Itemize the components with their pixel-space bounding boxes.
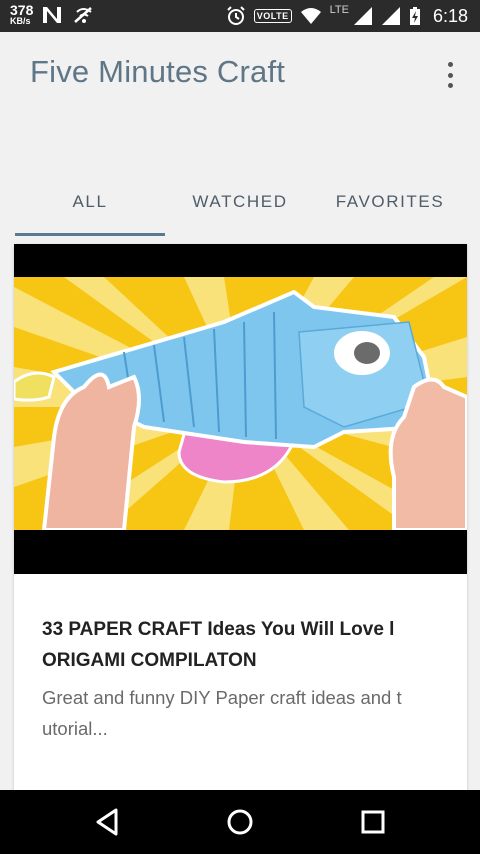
home-icon[interactable] — [224, 806, 256, 838]
n-notification-icon — [43, 6, 62, 23]
tab-favorites[interactable]: FAVORITES — [315, 180, 465, 236]
overflow-dot — [447, 72, 453, 78]
app-title: Five Minutes Craft — [30, 54, 286, 89]
clock: 6:18 — [432, 5, 468, 26]
recents-icon[interactable] — [357, 806, 389, 838]
app-bar: Five Minutes Craft — [0, 32, 480, 114]
cell-signal-icon — [381, 7, 400, 25]
tab-all[interactable]: ALL — [15, 180, 165, 236]
wifi-icon — [300, 8, 321, 24]
volte-icon: VOLTE — [253, 9, 292, 23]
video-thumbnail[interactable] — [14, 244, 467, 574]
navigation-bar — [0, 790, 480, 854]
alarm-icon — [227, 6, 245, 25]
back-icon[interactable] — [92, 806, 124, 838]
net-speed-value: 378 — [10, 2, 34, 18]
status-right-group: VOLTE LTE 6:18 — [226, 0, 468, 32]
more-vert-icon[interactable] — [438, 60, 462, 90]
battery-charging-icon — [409, 7, 420, 25]
tab-bar: ALL WATCHED FAVORITES — [15, 180, 465, 236]
network-type-label: LTE — [329, 4, 349, 16]
overflow-dot — [447, 83, 453, 88]
thumbnail-image — [14, 277, 467, 530]
net-speed-unit: KB/s — [10, 16, 31, 26]
overflow-dot — [447, 62, 453, 67]
video-description: Great and funny DIY Paper craft ideas an… — [42, 687, 402, 739]
signal-off-icon — [74, 6, 93, 23]
status-bar: 378 KB/s VOLTE LTE 6:18 — [0, 0, 480, 32]
net-speed-indicator: 378 KB/s — [10, 3, 33, 26]
cell-signal-icon — [353, 7, 372, 25]
status-left-group: 378 KB/s — [10, 3, 95, 26]
tab-watched[interactable]: WATCHED — [165, 180, 315, 236]
video-title[interactable]: 33 PAPER CRAFT Ideas You Will Love l ORI… — [42, 614, 442, 676]
video-card[interactable]: 33 PAPER CRAFT Ideas You Will Love l ORI… — [14, 244, 467, 804]
